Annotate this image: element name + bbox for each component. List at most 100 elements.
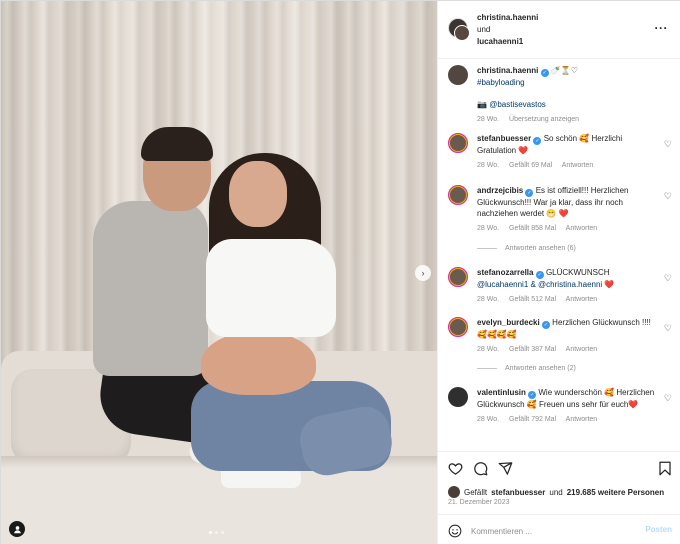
translate-link[interactable]: Übersetzung anzeigen xyxy=(509,116,579,123)
avatar[interactable] xyxy=(448,317,468,337)
avatar[interactable] xyxy=(448,65,468,85)
heart-icon: ♡ xyxy=(663,139,672,149)
liked-by-others[interactable]: 219.685 weitere Personen xyxy=(567,488,664,497)
avatar[interactable] xyxy=(448,387,468,407)
liked-by-username[interactable]: stefanbuesser xyxy=(491,488,545,497)
comment-username[interactable]: evelyn_burdecki xyxy=(477,318,540,327)
replies-divider xyxy=(477,368,497,369)
caption-meta: 28 Wo. Übersetzung anzeigen xyxy=(477,114,662,125)
post-header: christina.haenni und lucahaenni1 ··· xyxy=(438,1,680,59)
next-slide-button[interactable]: › xyxy=(415,265,431,281)
heart-icon: ♡ xyxy=(663,393,672,403)
view-replies-button[interactable]: Antworten ansehen (6) xyxy=(477,245,576,252)
heart-icon[interactable] xyxy=(448,461,463,476)
avatar[interactable] xyxy=(448,185,468,205)
carousel-dot-active xyxy=(209,531,212,534)
comment-time: 28 Wo. xyxy=(477,416,500,423)
comment-body: stefanbuesser ✓ So schön 🥰 Herzlichi Gra… xyxy=(477,133,662,171)
comment-like-button[interactable]: ♡ xyxy=(664,393,672,404)
post-authors: christina.haenni und lucahaenni1 xyxy=(477,12,538,48)
comment-username[interactable]: valentinlusin xyxy=(477,388,526,397)
verified-badge-icon: ✓ xyxy=(528,391,537,399)
comment-time: 28 Wo. xyxy=(477,162,500,169)
caption-username[interactable]: christina.haenni xyxy=(477,66,538,75)
coauthor-username[interactable]: lucahaenni1 xyxy=(477,37,523,46)
man-jacket xyxy=(93,201,208,376)
woman-top xyxy=(206,239,336,337)
caption-body: christina.haenni ✓ 🍼⏳♡ #babyloading 📷 @b… xyxy=(477,65,662,125)
comment-like-button[interactable]: ♡ xyxy=(664,139,672,150)
tagged-users-button[interactable] xyxy=(9,521,25,537)
reply-link[interactable]: Antworten xyxy=(566,225,598,232)
comment-meta: 28 Wo. Gefällt 387 Mal Antworten xyxy=(477,344,662,355)
author-username[interactable]: christina.haenni xyxy=(477,13,538,22)
author-connector: und xyxy=(477,25,491,34)
user-icon xyxy=(13,525,21,533)
comment-likes[interactable]: Gefällt 387 Mal xyxy=(509,346,556,353)
comment-username[interactable]: stefanozarrella xyxy=(477,268,533,277)
comment-composer: Posten xyxy=(438,514,680,544)
post-photo[interactable]: › xyxy=(1,1,437,544)
emoji-picker-button[interactable] xyxy=(448,524,462,540)
woman-face xyxy=(229,161,287,227)
comment-meta: 28 Wo. Gefällt 512 Mal Antworten xyxy=(477,294,662,305)
comment-meta: 28 Wo. Gefällt 858 Mal Antworten xyxy=(477,223,662,234)
verified-badge-icon: ✓ xyxy=(533,137,542,145)
more-horizontal-icon: ··· xyxy=(654,21,668,35)
comment-likes[interactable]: Gefällt 858 Mal xyxy=(509,225,556,232)
smile-icon xyxy=(448,524,462,538)
bookmark-icon xyxy=(659,461,671,476)
camera-icon: 📷 xyxy=(477,100,487,109)
view-replies-label[interactable]: Antworten ansehen (2) xyxy=(505,365,576,372)
comment-like-button[interactable]: ♡ xyxy=(664,323,672,334)
comment-mentions[interactable]: @lucahaenni1 & @christina.haenni ❤️ xyxy=(477,280,614,289)
replies-divider xyxy=(477,248,497,249)
action-icons xyxy=(448,461,513,476)
reply-link[interactable]: Antworten xyxy=(566,416,598,423)
instagram-post-window: › christina.haenni und lucahaenni1 ··· c… xyxy=(0,0,680,544)
carousel-dot xyxy=(215,531,218,534)
post-date[interactable]: 21. Dezember 2023 xyxy=(448,499,509,506)
carousel-dot xyxy=(221,531,224,534)
comment-icon[interactable] xyxy=(473,461,488,476)
verified-badge-icon: ✓ xyxy=(535,271,544,279)
carousel-dots xyxy=(209,531,224,534)
heart-icon: ♡ xyxy=(663,323,672,333)
comment-like-button[interactable]: ♡ xyxy=(664,273,672,284)
avatar[interactable] xyxy=(448,267,468,287)
more-options-button[interactable]: ··· xyxy=(655,21,669,35)
comment-input[interactable] xyxy=(471,524,631,538)
comment-likes[interactable]: Gefällt 792 Mal xyxy=(509,416,556,423)
comment-text: GLÜCKWUNSCH xyxy=(545,268,610,277)
save-button[interactable] xyxy=(658,461,672,478)
reply-link[interactable]: Antworten xyxy=(562,162,594,169)
likes-prefix: Gefällt xyxy=(464,487,488,497)
comment-time: 28 Wo. xyxy=(477,346,500,353)
view-replies-button[interactable]: Antworten ansehen (2) xyxy=(477,365,576,372)
comment-username[interactable]: stefanbuesser xyxy=(477,134,531,143)
comment-body: stefanozarrella ✓ GLÜCKWUNSCH @lucahaenn… xyxy=(477,267,662,305)
avatar xyxy=(448,486,460,498)
comments-list[interactable]: christina.haenni ✓ 🍼⏳♡ #babyloading 📷 @b… xyxy=(438,59,680,451)
comment-like-button[interactable]: ♡ xyxy=(664,191,672,202)
likes-summary: Gefällt stefanbuesser und 219.685 weiter… xyxy=(448,486,664,498)
photographer-mention[interactable]: @bastisevastos xyxy=(489,100,546,109)
heart-icon: ♡ xyxy=(663,191,672,201)
avatar[interactable] xyxy=(448,133,468,153)
post-button[interactable]: Posten xyxy=(645,525,672,534)
avatar-secondary[interactable] xyxy=(454,25,470,41)
post-side-panel: christina.haenni und lucahaenni1 ··· chr… xyxy=(437,1,680,544)
send-icon[interactable] xyxy=(498,461,513,476)
view-replies-label[interactable]: Antworten ansehen (6) xyxy=(505,245,576,252)
caption-hashtag[interactable]: #babyloading xyxy=(477,78,525,87)
reply-link[interactable]: Antworten xyxy=(566,346,598,353)
comment-time: 28 Wo. xyxy=(477,225,500,232)
chevron-right-icon: › xyxy=(421,268,425,278)
comment-likes[interactable]: Gefällt 512 Mal xyxy=(509,296,556,303)
caption-time: 28 Wo. xyxy=(477,116,500,123)
comment-meta: 28 Wo. Gefällt 69 Mal Antworten xyxy=(477,160,662,171)
comment-likes[interactable]: Gefällt 69 Mal xyxy=(509,162,552,169)
verified-badge-icon: ✓ xyxy=(541,321,550,329)
reply-link[interactable]: Antworten xyxy=(566,296,598,303)
comment-username[interactable]: andrzejcibis xyxy=(477,186,523,195)
